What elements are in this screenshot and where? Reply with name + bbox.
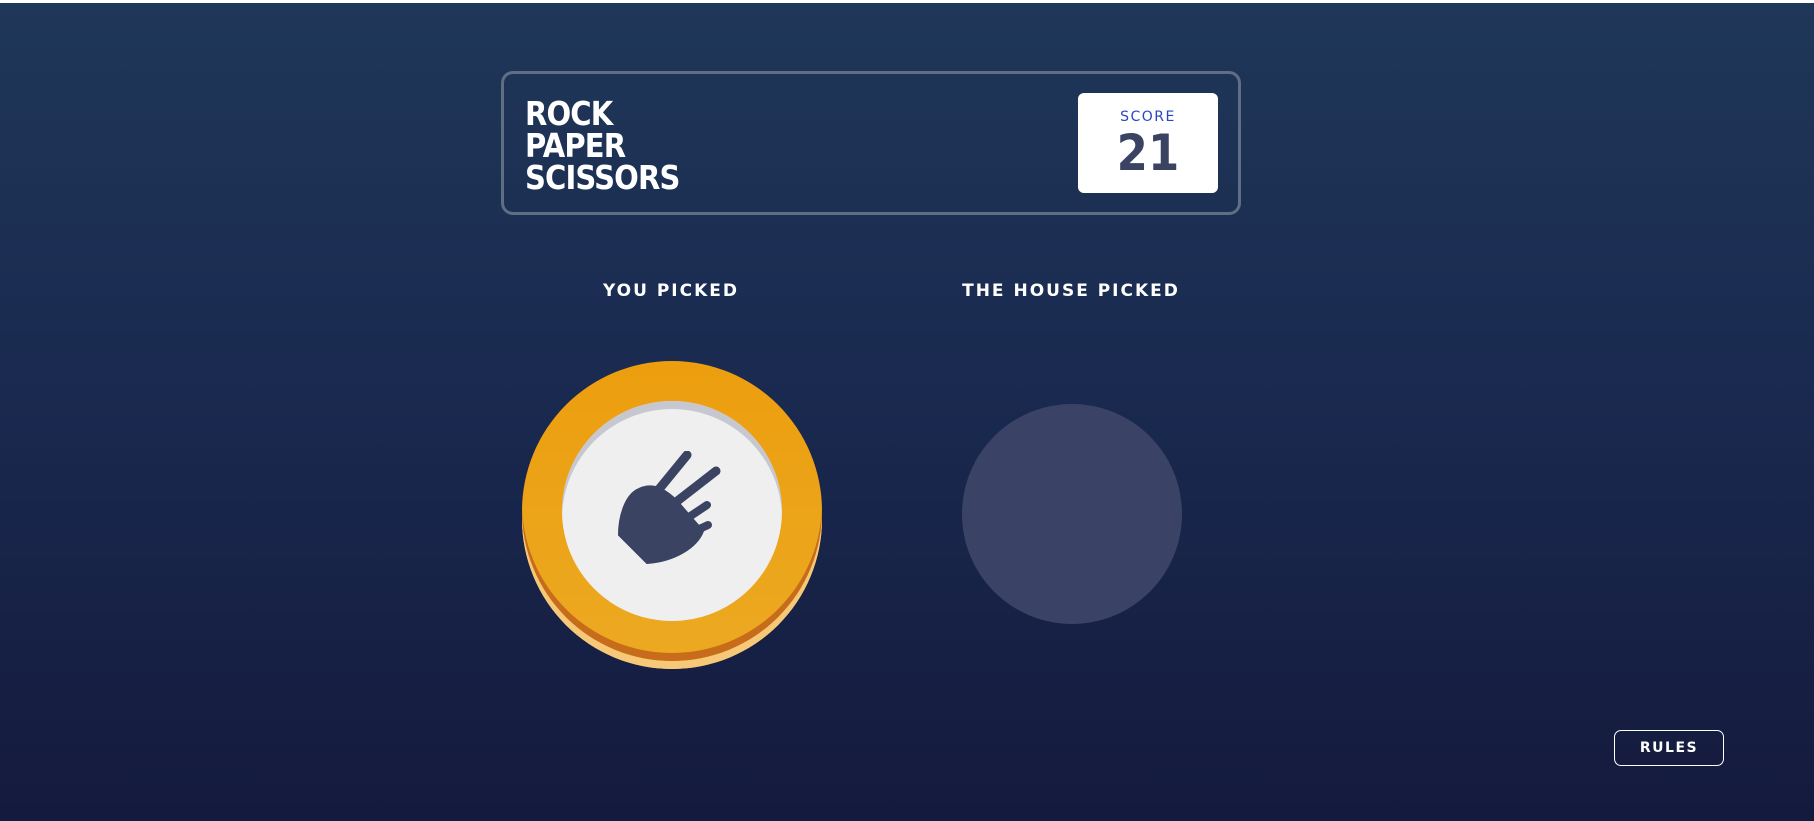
game-background: ROCK PAPER SCISSORS SCORE 21 YOU PICKED … [0, 3, 1814, 821]
score-label: SCORE [1120, 109, 1176, 125]
player-token-face [562, 401, 782, 621]
score-box: SCORE 21 [1078, 93, 1218, 193]
house-choice-placeholder [962, 404, 1182, 624]
player-choice-scissors-token [522, 361, 822, 661]
house-picked-label: THE HOUSE PICKED [962, 281, 1180, 301]
game-header: ROCK PAPER SCISSORS SCORE 21 [501, 71, 1241, 215]
rules-button[interactable]: RULES [1614, 730, 1724, 766]
scissors-hand-icon [617, 451, 721, 565]
title-line-scissors: SCISSORS [525, 158, 680, 197]
score-value: 21 [1116, 124, 1180, 182]
you-picked-label: YOU PICKED [602, 281, 740, 301]
game-title: ROCK PAPER SCISSORS [525, 97, 680, 197]
